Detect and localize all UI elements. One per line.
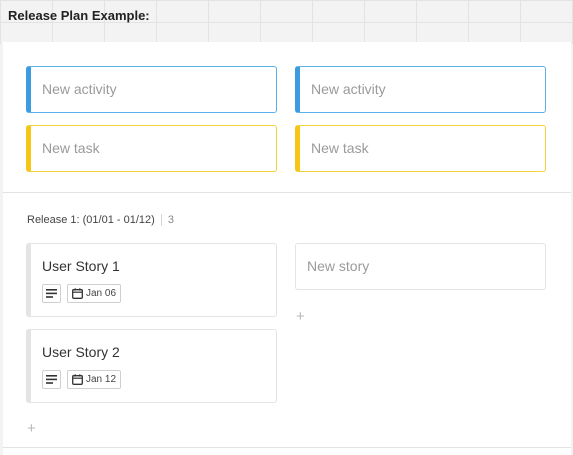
new-task-card-1[interactable]: New task [26,125,277,172]
new-story-placeholder: New story [307,258,370,274]
description-icon[interactable] [42,370,61,389]
user-story-card-1[interactable]: User Story 1 Jan 06 [26,243,277,317]
release-divider [3,447,571,448]
description-icon[interactable] [42,284,61,303]
new-story-card[interactable]: New story [295,243,546,290]
user-story-title: User Story 2 [42,344,120,360]
user-story-card-2[interactable]: User Story 2 Jan 12 [26,329,277,403]
release-header[interactable]: Release 1: (01/01 - 01/12) 3 [27,214,174,226]
due-date-chip[interactable]: Jan 12 [67,370,122,389]
new-activity-placeholder: New activity [311,81,386,97]
new-task-card-2[interactable]: New task [295,125,546,172]
release-header-divider [160,214,162,226]
page-title: Release Plan Example: [8,8,150,23]
due-date-chip[interactable]: Jan 06 [67,284,122,303]
add-story-button[interactable]: + [27,421,36,436]
release-label: Release 1: (01/01 - 01/12) [27,214,155,226]
new-task-placeholder: New task [311,140,369,156]
new-activity-card-2[interactable]: New activity [295,66,546,113]
due-date: Jan 06 [86,288,117,299]
user-story-meta: Jan 12 [42,370,122,389]
calendar-icon [72,374,83,385]
new-activity-placeholder: New activity [42,81,117,97]
story-map-board: New activity New activity New task New t… [3,42,571,455]
user-story-title: User Story 1 [42,258,120,274]
backlog-section: New activity New activity New task New t… [3,42,571,193]
release-story-count: 3 [167,214,174,226]
release-plan-view: Release Plan Example: New activity New a… [0,0,573,455]
new-task-placeholder: New task [42,140,100,156]
due-date: Jan 12 [86,374,117,385]
user-story-meta: Jan 06 [42,284,122,303]
calendar-icon [72,288,83,299]
new-activity-card-1[interactable]: New activity [26,66,277,113]
add-story-button[interactable]: + [296,309,305,324]
